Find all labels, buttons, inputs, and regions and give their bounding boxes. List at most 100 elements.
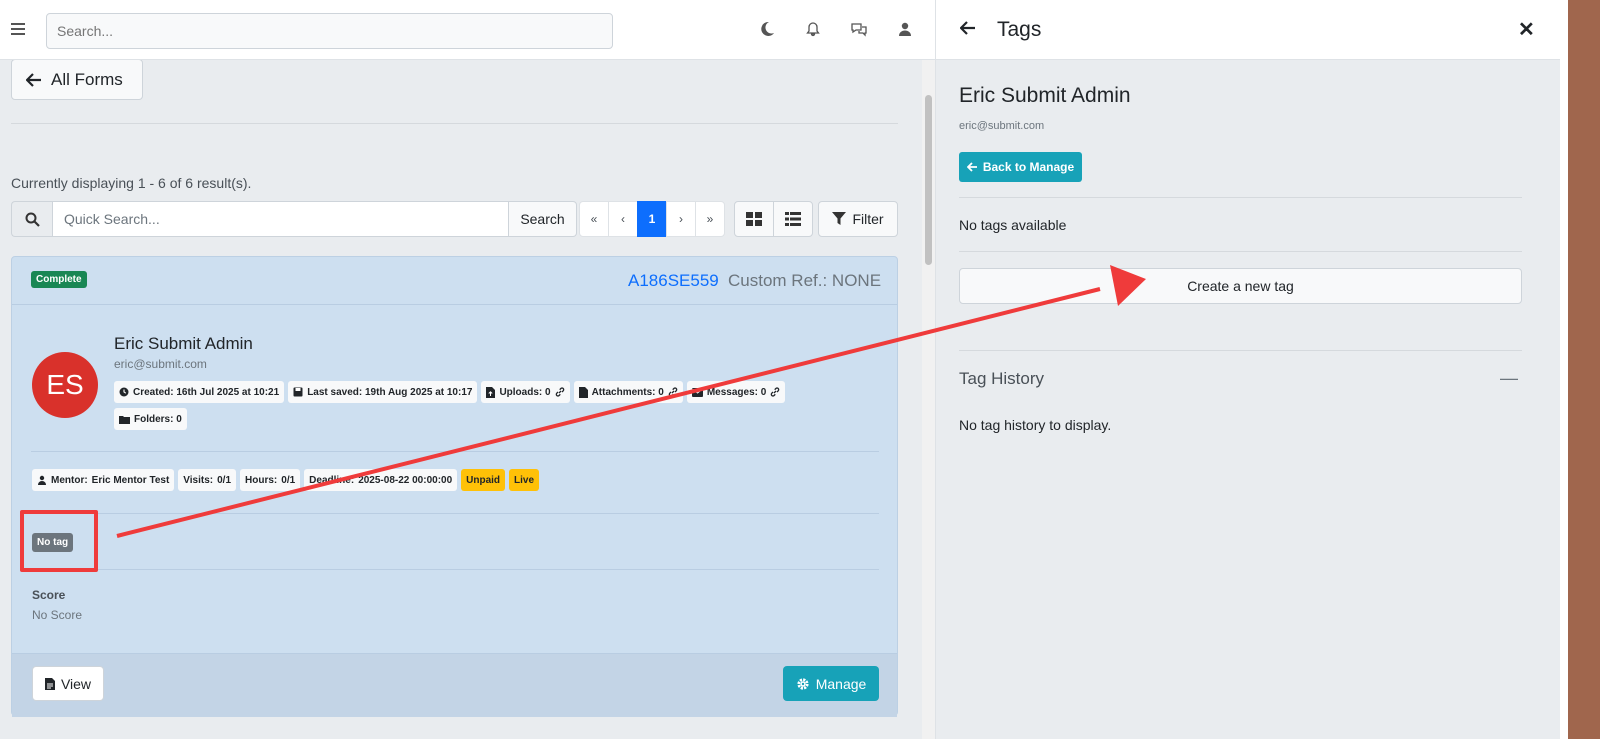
manage-button[interactable]: Manage	[783, 666, 879, 701]
filter-label: Filter	[852, 211, 884, 227]
bell-icon[interactable]	[802, 18, 824, 40]
hours-label: Hours:	[245, 474, 278, 486]
document-icon	[44, 677, 55, 690]
last-saved-text: Last saved: 19th Aug 2025 at 10:17	[307, 386, 473, 398]
unpaid-badge: Unpaid	[461, 469, 506, 491]
attachments-badge[interactable]: Attachments: 0	[573, 381, 683, 403]
quick-search-group: Quick Search... Search	[11, 201, 577, 238]
nav-icons	[756, 18, 916, 40]
view-label: View	[60, 675, 92, 692]
submitter-email: eric@submit.com	[114, 357, 207, 371]
file-upload-icon	[486, 386, 496, 398]
score-value: No Score	[32, 608, 83, 622]
link-icon	[555, 387, 564, 397]
pagination: « ‹ 1 › »	[579, 201, 725, 237]
file-icon	[578, 386, 588, 398]
back-to-manage-label: Back to Manage	[982, 160, 1075, 174]
scrollbar-thumb[interactable]	[925, 95, 932, 265]
all-forms-button[interactable]: All Forms	[11, 60, 143, 100]
gear-icon	[797, 677, 809, 690]
manage-label: Manage	[815, 675, 867, 692]
no-tags-text: No tags available	[959, 217, 1067, 233]
live-badge: Live	[509, 469, 540, 491]
filter-icon	[832, 212, 847, 225]
last-saved-badge: Last saved: 19th Aug 2025 at 10:17	[288, 381, 478, 403]
quick-search-input[interactable]: Quick Search...	[52, 201, 509, 237]
panel-user-email: eric@submit.com	[959, 120, 1045, 132]
divider	[31, 451, 879, 452]
all-forms-label: All Forms	[51, 69, 123, 89]
save-icon	[293, 387, 303, 397]
chat-icon[interactable]	[848, 18, 870, 40]
collapse-icon[interactable]: —	[1500, 368, 1518, 389]
user-icon[interactable]	[894, 18, 916, 40]
list-icon	[785, 212, 801, 226]
meta-row: Created: 16th Jul 2025 at 10:21 Last sav…	[114, 381, 786, 403]
grid-view-button[interactable]	[734, 201, 774, 237]
tags-panel: Tags ✕ Eric Submit Admin eric@submit.com…	[935, 0, 1560, 739]
link-icon	[771, 387, 780, 397]
annotation-highlight-box	[20, 510, 98, 572]
card-header: Complete A186SE559 Custom Ref.: NONE	[12, 257, 897, 305]
no-history-text: No tag history to display.	[959, 417, 1112, 433]
attachments-text: Attachments: 0	[591, 386, 664, 398]
results-count: Currently displaying 1 - 6 of 6 result(s…	[11, 175, 252, 191]
hours-badge: Hours: 0/1	[240, 469, 301, 491]
panel-user-name: Eric Submit Admin	[959, 84, 1131, 107]
mentor-value: Eric Mentor Test	[91, 474, 170, 486]
uploads-badge[interactable]: Uploads: 0	[481, 381, 570, 403]
folders-text: Folders: 0	[134, 413, 182, 425]
visits-badge: Visits: 0/1	[178, 469, 237, 491]
global-search-input[interactable]	[57, 15, 597, 47]
page-first-button[interactable]: «	[579, 201, 609, 237]
scrollbar[interactable]	[922, 60, 935, 739]
hours-value: 0/1	[281, 474, 296, 486]
create-tag-button[interactable]: Create a new tag	[959, 268, 1522, 304]
clock-icon	[119, 387, 129, 397]
messages-badge[interactable]: Messages: 0	[686, 381, 786, 403]
form-ref-link[interactable]: A186SE559	[628, 271, 719, 291]
deadline-value: 2025-08-22 00:00:00	[358, 474, 453, 486]
page-next-button[interactable]: ›	[666, 201, 696, 237]
arrow-left-icon	[966, 162, 977, 172]
back-to-manage-button[interactable]: Back to Manage	[959, 152, 1082, 182]
status-badge: Complete	[31, 271, 87, 288]
close-icon[interactable]: ✕	[1518, 17, 1535, 42]
user-icon	[38, 475, 46, 485]
arrow-left-icon	[26, 72, 41, 87]
avatar: ES	[32, 352, 98, 418]
mentor-label: Mentor:	[51, 474, 88, 486]
back-arrow-icon[interactable]	[959, 19, 976, 40]
search-icon	[11, 201, 52, 237]
divider	[11, 123, 898, 124]
divider	[959, 197, 1522, 198]
card-footer: View Manage	[12, 653, 897, 717]
deadline-badge: Deadline: 2025-08-22 00:00:00	[304, 469, 458, 491]
custom-ref: Custom Ref.: NONE	[728, 271, 882, 290]
page-1-button[interactable]: 1	[637, 201, 667, 237]
page-last-button[interactable]: »	[695, 201, 725, 237]
divider	[959, 251, 1522, 252]
deadline-label: Deadline:	[309, 474, 355, 486]
divider	[959, 350, 1522, 351]
search-button[interactable]: Search	[509, 201, 577, 237]
list-view-button[interactable]	[773, 201, 813, 237]
global-search[interactable]	[46, 13, 613, 49]
score-label: Score	[32, 588, 66, 602]
page-prev-button[interactable]: ‹	[608, 201, 638, 237]
folder-icon	[119, 415, 130, 424]
visits-value: 0/1	[217, 474, 232, 486]
envelope-icon	[691, 387, 703, 397]
menu-icon[interactable]	[11, 23, 25, 35]
created-badge: Created: 16th Jul 2025 at 10:21	[114, 381, 285, 403]
panel-header: Tags ✕	[936, 0, 1560, 60]
top-navbar	[0, 0, 935, 60]
form-card: Complete A186SE559 Custom Ref.: NONE ES …	[11, 256, 898, 717]
view-button[interactable]: View	[32, 666, 104, 701]
folders-badge: Folders: 0	[114, 408, 187, 430]
filter-button[interactable]: Filter	[818, 201, 898, 237]
meta-row-2: Folders: 0	[114, 408, 187, 430]
panel-title: Tags	[997, 18, 1042, 41]
moon-icon[interactable]	[756, 18, 778, 40]
messages-text: Messages: 0	[706, 386, 767, 398]
